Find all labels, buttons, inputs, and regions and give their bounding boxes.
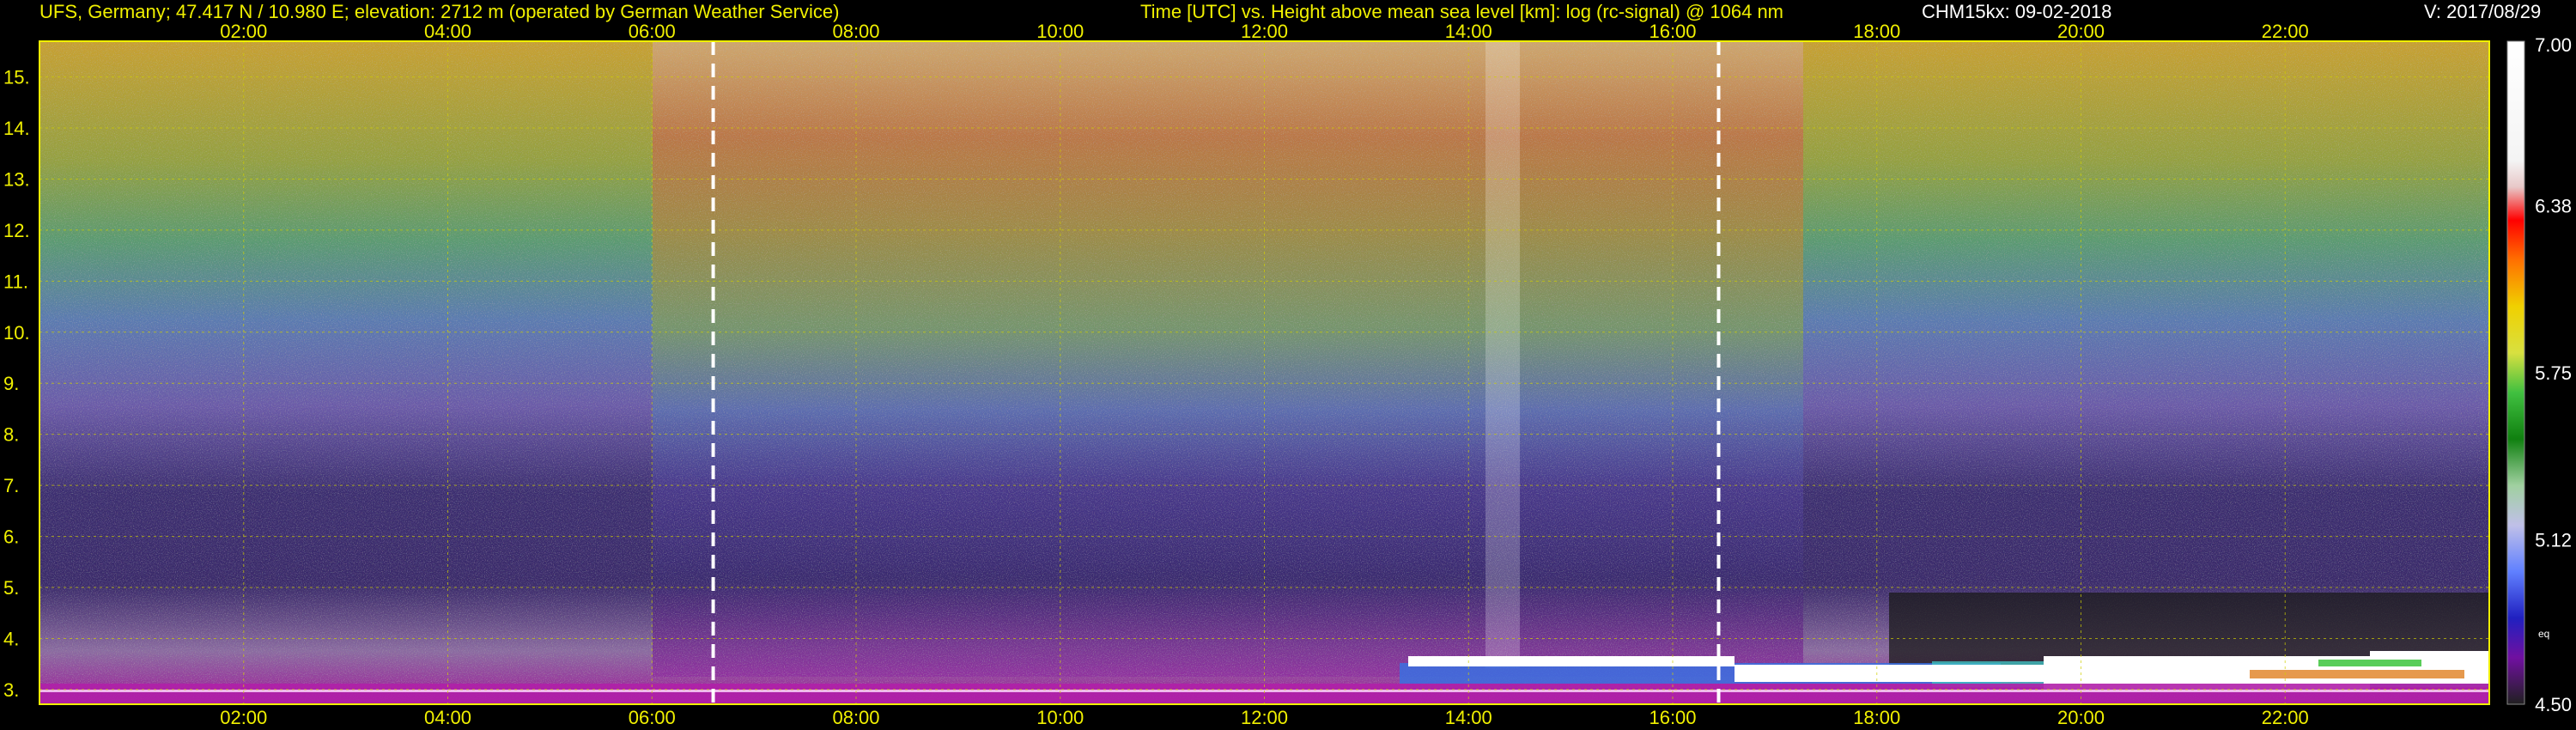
- x-tick-label-bottom: 02:00: [220, 707, 267, 728]
- colorbar-eq-label: eq: [2538, 628, 2549, 640]
- x-tick-label-top: 02:00: [220, 21, 267, 42]
- colorbar-tick-label: 6.38: [2535, 195, 2572, 216]
- lidar-heatmap-chart: 02:00 04:00 06:00 08:00 10:00 12:00 14:00 16:00…: [3, 21, 2572, 728]
- x-tick-label-top: 04:00: [424, 21, 471, 42]
- x-axis-top: 02:00 04:00 06:00 08:00 10:00 12:00 14:00 16:00…: [220, 21, 2309, 42]
- colorbar-tick-label: 7.00: [2535, 34, 2572, 56]
- cloud-band-orange: [2250, 670, 2464, 678]
- colorbar-ticks: 7.00 6.38 5.75 5.12 4.50: [2535, 34, 2572, 715]
- x-tick-label-bottom: 16:00: [1649, 707, 1696, 728]
- x-tick-label-top: 06:00: [629, 21, 676, 42]
- y-tick-label: 5.: [3, 577, 19, 599]
- plume-column: [1485, 41, 1520, 668]
- x-tick-label-bottom: 10:00: [1036, 707, 1084, 728]
- y-tick-label: 12.: [3, 220, 30, 241]
- x-tick-label-bottom: 08:00: [832, 707, 879, 728]
- x-tick-label-bottom: 04:00: [424, 707, 471, 728]
- colorbar-tick-label: 4.50: [2535, 694, 2572, 715]
- x-tick-label-top: 08:00: [832, 21, 879, 42]
- plot-area: [39, 40, 2490, 705]
- cloud-band-white-2: [1735, 665, 2044, 682]
- x-tick-label-top: 18:00: [1853, 21, 1900, 42]
- x-tick-label-bottom: 22:00: [2262, 707, 2309, 728]
- colorbar-gradient: [2507, 41, 2524, 704]
- x-tick-label-bottom: 06:00: [629, 707, 676, 728]
- x-tick-label-bottom: 18:00: [1853, 707, 1900, 728]
- x-tick-label-top: 16:00: [1649, 21, 1696, 42]
- x-tick-label-top: 22:00: [2262, 21, 2309, 42]
- x-axis-bottom: 02:00 04:00 06:00 08:00 10:00 12:00 14:00 16:00…: [220, 707, 2309, 728]
- y-tick-label: 8.: [3, 424, 19, 446]
- x-tick-label-top: 12:00: [1241, 21, 1288, 42]
- x-tick-label-bottom: 20:00: [2057, 707, 2105, 728]
- y-tick-label: 14.: [3, 118, 30, 139]
- y-tick-label: 9.: [3, 373, 19, 394]
- cloud-band-white-1: [1408, 656, 1735, 666]
- x-tick-label-top: 14:00: [1445, 21, 1492, 42]
- y-tick-label: 3.: [3, 679, 19, 701]
- colorbar-tick-label: 5.12: [2535, 530, 2572, 551]
- y-tick-label: 7.: [3, 475, 19, 496]
- y-axis: 3. 4. 5. 6. 7. 8. 9. 10. 11. 12. 13. 14. 15.: [3, 67, 30, 701]
- y-tick-label: 4.: [3, 628, 19, 649]
- colorbar-tick-label: 5.75: [2535, 362, 2572, 384]
- x-tick-label-bottom: 12:00: [1241, 707, 1288, 728]
- y-tick-label: 13.: [3, 168, 30, 190]
- cloud-band-white-4: [2370, 651, 2490, 684]
- x-tick-label-top: 10:00: [1036, 21, 1084, 42]
- colorbar: 7.00 6.38 5.75 5.12 4.50 eq: [2506, 34, 2572, 715]
- x-tick-label-bottom: 14:00: [1445, 707, 1492, 728]
- x-tick-label-top: 20:00: [2057, 21, 2105, 42]
- y-tick-label: 11.: [3, 271, 28, 292]
- y-tick-label: 10.: [3, 322, 30, 344]
- y-tick-label: 15.: [3, 67, 30, 88]
- cloud-band-green: [2318, 660, 2421, 666]
- y-tick-label: 6.: [3, 526, 19, 548]
